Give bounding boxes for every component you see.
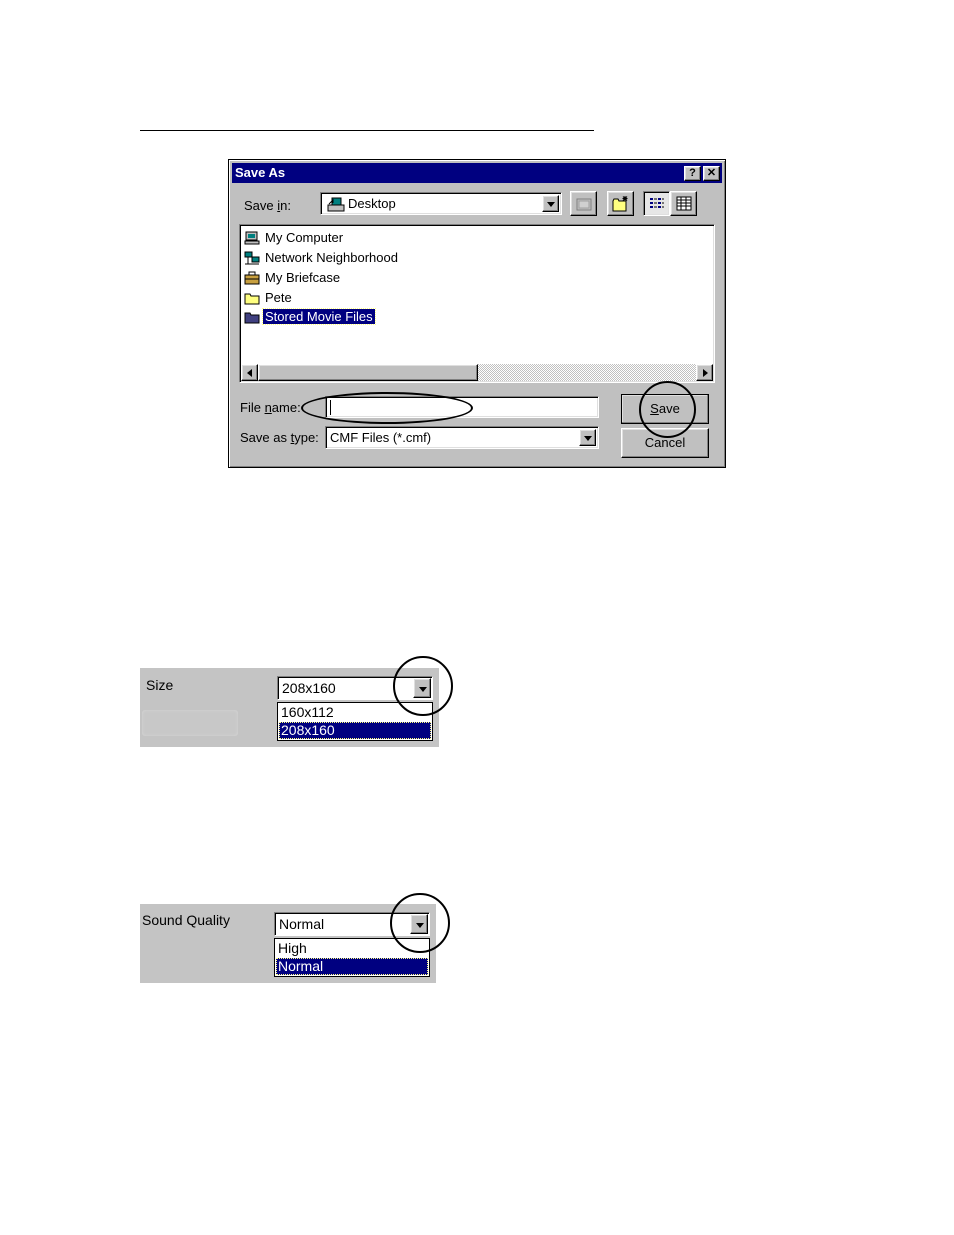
file-label: My Briefcase bbox=[265, 270, 341, 285]
dialog-title: Save As bbox=[235, 165, 286, 180]
list-item[interactable]: Pete bbox=[244, 289, 294, 306]
highlight-circle bbox=[393, 656, 453, 716]
up-folder-icon bbox=[576, 198, 592, 211]
save-in-dropdown[interactable]: Desktop bbox=[320, 192, 562, 215]
scroll-left-button[interactable] bbox=[241, 364, 258, 381]
network-icon bbox=[244, 251, 260, 264]
file-list[interactable]: My Computer Network Neighborhood My Brie… bbox=[239, 224, 715, 383]
file-label: Network Neighborhood bbox=[265, 250, 398, 265]
list-item[interactable]: Stored Movie Files bbox=[244, 308, 376, 325]
list-item[interactable]: My Computer bbox=[244, 229, 345, 246]
briefcase-icon bbox=[244, 271, 260, 284]
save-type-dropdown-button[interactable] bbox=[579, 429, 596, 446]
scroll-right-button[interactable] bbox=[696, 364, 713, 381]
scrollbar-thumb[interactable] bbox=[258, 364, 478, 381]
up-one-level-button[interactable] bbox=[570, 191, 597, 216]
size-label: Size bbox=[146, 677, 174, 693]
details-view-icon bbox=[676, 196, 692, 211]
close-button[interactable]: ✕ bbox=[703, 166, 720, 181]
chevron-down-icon bbox=[584, 436, 592, 441]
save-in-dropdown-button[interactable] bbox=[542, 195, 559, 212]
file-label: My Computer bbox=[265, 230, 344, 245]
sound-quality-label: Sound Quality bbox=[142, 912, 230, 928]
desktop-icon bbox=[327, 197, 345, 212]
highlight-circle bbox=[301, 392, 473, 424]
help-button[interactable]: ? bbox=[684, 166, 701, 181]
title-bar[interactable]: Save As ? ✕ bbox=[232, 163, 722, 183]
file-label: Pete bbox=[265, 290, 292, 305]
horizontal-scrollbar[interactable] bbox=[241, 364, 713, 381]
heading-rule bbox=[140, 130, 594, 131]
size-value: 208x160 bbox=[282, 680, 336, 696]
list-item[interactable]: Network Neighborhood bbox=[244, 249, 400, 266]
file-label: Stored Movie Files bbox=[262, 308, 376, 325]
new-folder-button[interactable] bbox=[607, 191, 634, 216]
sound-quality-option-selected[interactable]: Normal bbox=[276, 958, 428, 975]
list-view-button[interactable] bbox=[643, 191, 670, 216]
highlight-circle bbox=[390, 893, 450, 953]
list-view-icon bbox=[650, 198, 664, 208]
arrow-left-icon bbox=[247, 369, 252, 377]
close-icon: ✕ bbox=[706, 167, 717, 179]
computer-icon bbox=[244, 231, 260, 244]
save-type-value: CMF Files (*.cmf) bbox=[330, 430, 432, 445]
save-in-label: Save in: bbox=[244, 198, 291, 213]
new-folder-icon bbox=[612, 196, 628, 212]
chevron-down-icon bbox=[547, 202, 555, 207]
list-item[interactable]: My Briefcase bbox=[244, 269, 342, 286]
size-option-selected[interactable]: 208x160 bbox=[279, 722, 431, 739]
arrow-right-icon bbox=[703, 369, 708, 377]
details-view-button[interactable] bbox=[670, 191, 697, 216]
highlight-circle bbox=[639, 381, 696, 438]
folder-icon bbox=[244, 293, 260, 304]
file-name-label: File name: bbox=[240, 400, 301, 415]
folder-icon bbox=[244, 312, 260, 323]
sound-quality-value: Normal bbox=[279, 916, 325, 932]
save-type-dropdown[interactable]: CMF Files (*.cmf) bbox=[325, 426, 599, 449]
save-in-value: Desktop bbox=[348, 196, 396, 211]
save-as-dialog: Save As ? ✕ Save in: Desktop My Computer… bbox=[228, 159, 726, 468]
save-type-label: Save as type: bbox=[240, 430, 319, 445]
help-icon: ? bbox=[689, 167, 696, 179]
disabled-control bbox=[142, 710, 238, 736]
